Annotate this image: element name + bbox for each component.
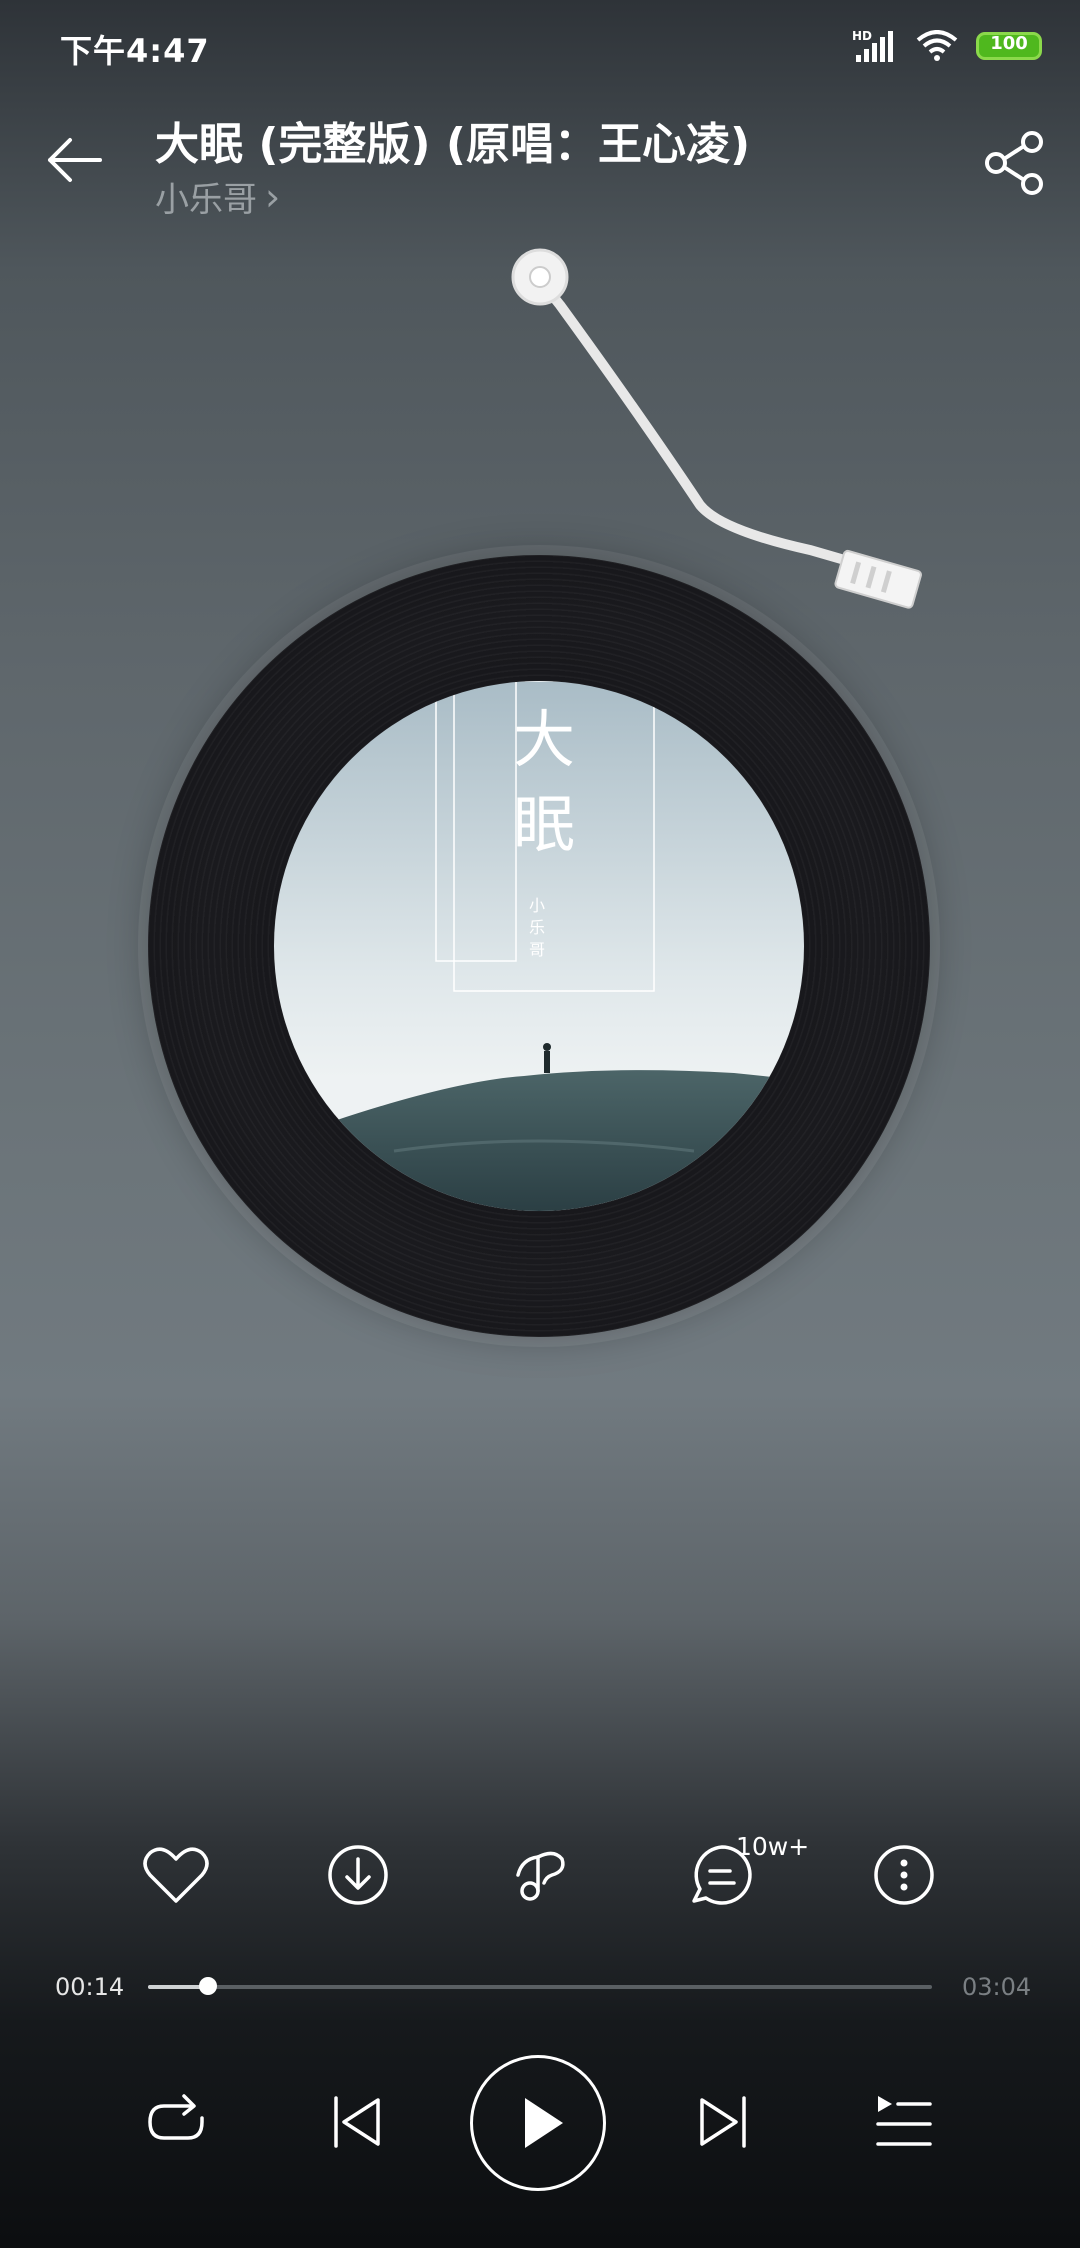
music-note-icon [516, 1851, 565, 1901]
cover-artist-1: 小 [529, 896, 545, 915]
previous-icon [334, 2096, 380, 2148]
cover-title-2: 眠 [513, 788, 575, 861]
previous-button[interactable] [318, 2082, 398, 2162]
share-button[interactable] [980, 128, 1050, 198]
person-figure [544, 1051, 550, 1073]
current-time: 00:14 [55, 1973, 125, 2001]
play-icon [525, 2098, 563, 2148]
arrow-left-icon [48, 138, 102, 182]
song-title: 大眠 (完整版) (原唱：王心凌) [155, 119, 751, 170]
battery-level: 100 [990, 33, 1028, 54]
repeat-button[interactable] [136, 2082, 216, 2162]
next-button[interactable] [682, 2082, 762, 2162]
back-button[interactable] [40, 130, 120, 190]
playlist-button[interactable] [864, 2082, 944, 2162]
comment-count: 10w+ [736, 1832, 810, 1861]
chevron-right-icon: › [265, 174, 281, 219]
status-time: 下午4:47 [60, 32, 210, 70]
heart-icon [143, 1847, 209, 1903]
status-icons: HD 100 [852, 24, 1042, 68]
wifi-icon [916, 30, 958, 61]
cover-artist-2: 乐 [529, 918, 545, 937]
share-icon [985, 131, 1043, 195]
more-button[interactable] [864, 1835, 944, 1915]
like-button[interactable] [136, 1835, 216, 1915]
cover-art: 大 眠 小 乐 哥 [274, 681, 804, 1211]
download-icon [328, 1845, 388, 1905]
battery-icon: 100 [976, 32, 1042, 60]
signal-icon: HD [852, 29, 893, 62]
cover-artist-3: 哥 [529, 940, 545, 959]
download-button[interactable] [318, 1835, 398, 1915]
total-time: 03:04 [962, 1973, 1032, 2001]
repeat-icon [148, 2094, 204, 2140]
album-cover: 大 眠 小 乐 哥 [274, 681, 804, 1211]
playlist-icon [876, 2096, 932, 2146]
progress-track[interactable] [148, 1985, 932, 1989]
artist-link[interactable]: 小乐哥 › [155, 172, 280, 221]
tonearm [511, 248, 922, 609]
next-icon [700, 2096, 746, 2148]
cover-title-1: 大 [513, 703, 575, 776]
play-button[interactable] [470, 2055, 606, 2191]
more-icon [874, 1845, 934, 1905]
hd-label: HD [852, 29, 872, 43]
vinyl-record[interactable]: 大 眠 小 乐 哥 [148, 555, 930, 1337]
sound-effect-button[interactable] [500, 1835, 580, 1915]
progress-thumb[interactable] [198, 1977, 217, 1995]
artist-name: 小乐哥 [155, 180, 257, 220]
